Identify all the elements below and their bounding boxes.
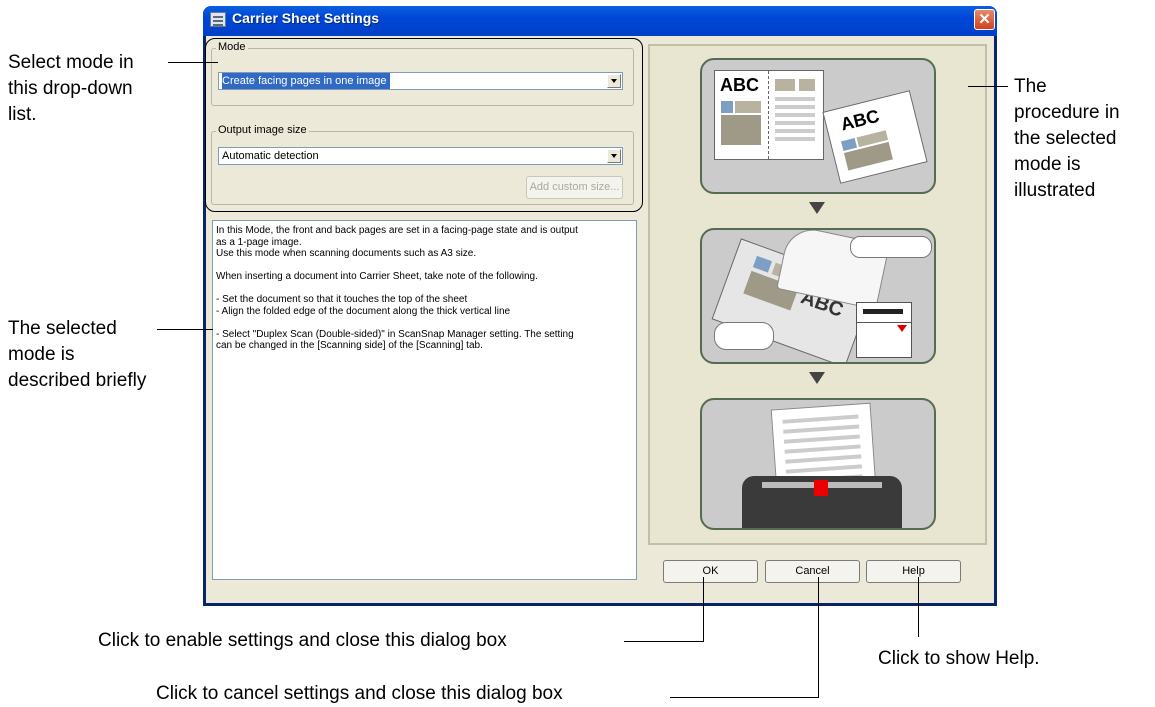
mode-description: In this Mode, the front and back pages a… [212, 220, 637, 580]
callout-line [703, 577, 704, 642]
cancel-button[interactable]: Cancel [765, 560, 860, 583]
callout-description: The selected mode is described briefly [8, 318, 147, 391]
callout-line [157, 329, 213, 330]
step-arrow-icon [809, 202, 825, 214]
step-arrow-icon [809, 372, 825, 384]
help-button[interactable]: Help [866, 560, 961, 583]
close-button[interactable]: ✕ [974, 9, 995, 30]
illustration-text: ABC [838, 105, 882, 135]
illustration-step-1: ABC ABC [700, 58, 936, 194]
callout-mode-dropdown: Select mode in this drop-down list. [8, 52, 134, 125]
callout-ok: Click to enable settings and close this … [98, 630, 507, 651]
callout-line [918, 577, 919, 637]
illustration-text: ABC [720, 75, 759, 95]
callout-cancel: Click to cancel settings and close this … [156, 683, 563, 704]
highlight-frame [205, 38, 643, 212]
ok-button[interactable]: OK [663, 560, 758, 583]
dialog-icon [210, 12, 226, 27]
callout-line [968, 86, 1008, 87]
callout-line [670, 697, 819, 698]
callout-line [168, 62, 218, 63]
callout-line [624, 641, 704, 642]
dialog-title: Carrier Sheet Settings [232, 10, 380, 26]
callout-illustration: The procedure in the selected mode is il… [1014, 76, 1120, 201]
facing-pages-illustration: ABC [714, 70, 824, 160]
illustration-step-2: ABC [700, 228, 936, 364]
callout-help: Click to show Help. [878, 648, 1040, 669]
close-icon: ✕ [978, 11, 991, 28]
callout-line [818, 577, 819, 698]
illustration-step-3 [700, 398, 936, 530]
